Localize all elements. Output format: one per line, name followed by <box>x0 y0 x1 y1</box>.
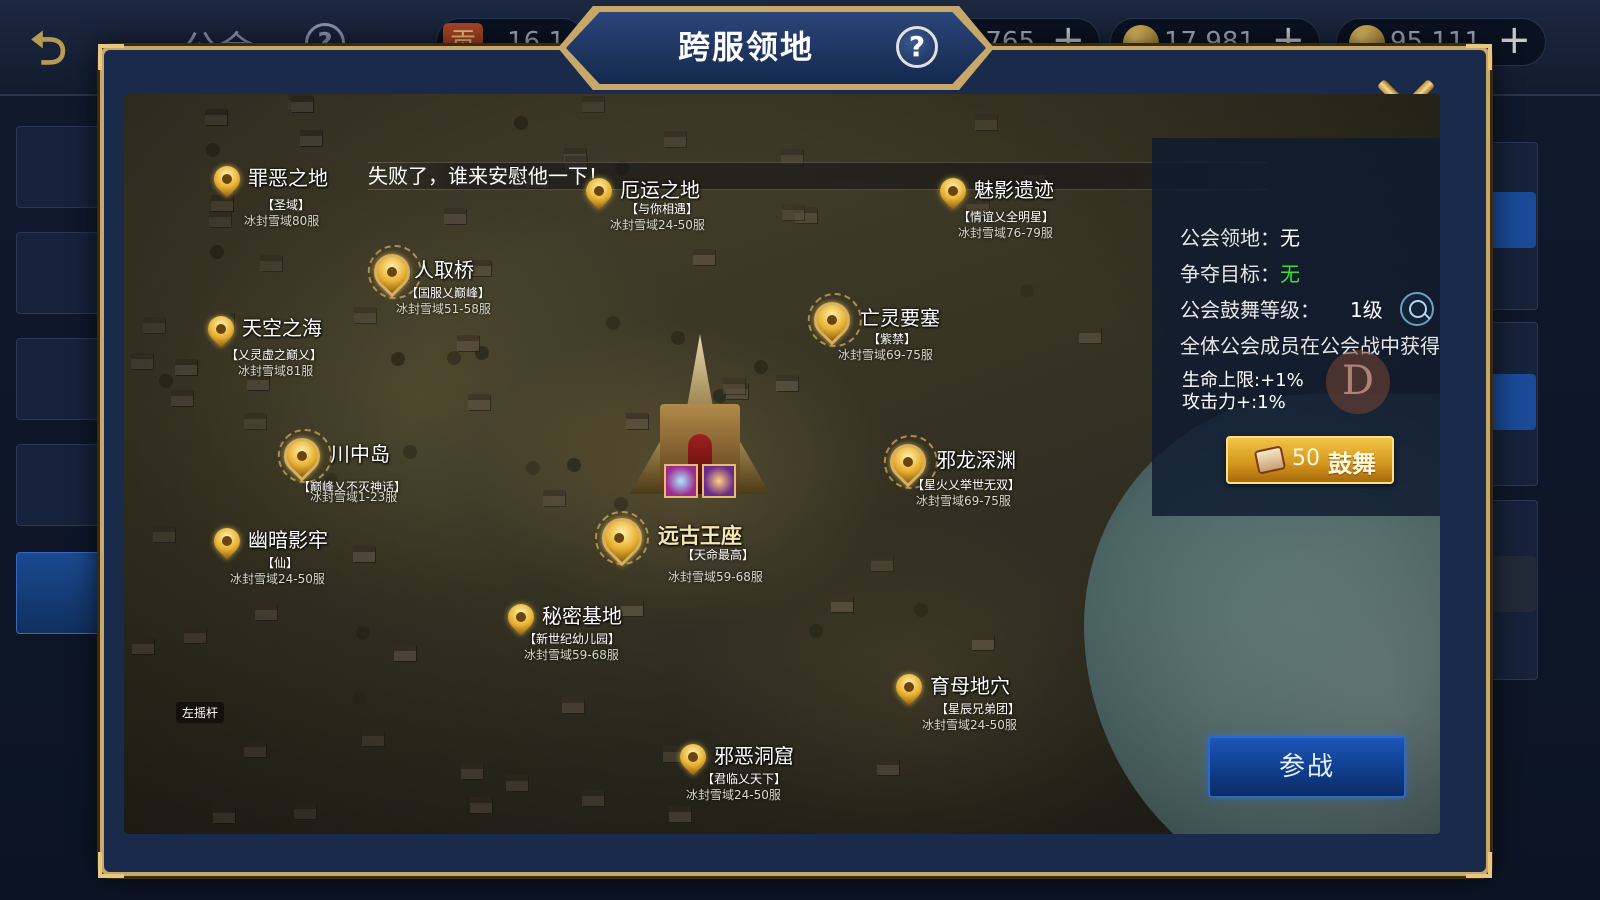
territory-guild: 【情谊乂全明星】 <box>958 210 1055 224</box>
magnifier-icon[interactable] <box>1400 292 1434 326</box>
territory-server: 冰封雪域76-79服 <box>958 226 1053 240</box>
territory-guild: 【圣域】 <box>262 198 311 212</box>
territory-name: 邪龙深渊 <box>936 448 1016 472</box>
help-icon[interactable]: ? <box>896 26 938 68</box>
territory-server: 冰封雪域51-58服 <box>396 302 491 316</box>
corner-ornament <box>98 852 124 878</box>
territory-name: 邪恶洞窟 <box>714 744 794 768</box>
territory-name: 育母地穴 <box>930 674 1010 698</box>
territory-name: 天空之海 <box>242 316 322 340</box>
territory-map: 失败了，谁来安慰他一下！ 罪恶之地 【圣域】 冰封雪域80服 厄运之地 【与你相… <box>124 94 1440 834</box>
drum-level-value: 1级 <box>1350 298 1383 322</box>
drum-label: 鼓舞 <box>1328 450 1376 478</box>
location-pin-icon <box>276 430 328 482</box>
territory-server: 冰封雪域59-68服 <box>524 648 619 662</box>
territory-name: 川中岛 <box>330 442 390 466</box>
side-tab-4[interactable] <box>16 444 106 526</box>
drum-level-row: 公会鼓舞等级： 1级 <box>1180 294 1383 323</box>
territory-name: 厄运之地 <box>620 178 700 202</box>
territory-name: 人取桥 <box>414 258 474 282</box>
territory-name: 幽暗影牢 <box>248 528 328 552</box>
territory-server: 冰封雪域59-68服 <box>668 570 763 584</box>
territory-guild: 【君临乂天下】 <box>702 772 787 786</box>
crystal-relic-icon <box>664 464 698 498</box>
territory-guild: 【天命最高】 <box>682 548 755 562</box>
territory-name: 罪恶之地 <box>248 166 328 190</box>
territory-value: 无 <box>1280 226 1300 250</box>
side-tab-1[interactable] <box>16 126 106 208</box>
corner-ornament <box>1466 44 1492 70</box>
corner-ornament <box>98 44 124 70</box>
heart-relic-icon <box>702 464 736 498</box>
target-value: 无 <box>1280 262 1300 286</box>
target-row: 争夺目标：无 <box>1180 258 1300 287</box>
territory-guild: 【仙】 <box>262 556 299 570</box>
side-tab-5[interactable] <box>16 552 106 634</box>
ancient-throne-castle-icon[interactable] <box>630 334 770 514</box>
territory-server: 冰封雪域69-75服 <box>916 494 1011 508</box>
territory-row: 公会领地：无 <box>1180 222 1300 251</box>
location-pin-icon <box>806 294 858 346</box>
members-note: 全体公会成员在公会战中获得 <box>1180 334 1440 358</box>
add-gold-button[interactable]: + <box>1497 17 1531 63</box>
territory-server: 冰封雪域1-23服 <box>310 490 398 504</box>
territory-name: 亡灵要塞 <box>860 306 940 330</box>
territory-server: 冰封雪域69-75服 <box>838 348 933 362</box>
territory-server: 冰封雪域81服 <box>238 364 314 378</box>
territory-name: 秘密基地 <box>542 604 622 628</box>
drum-button[interactable]: 50 鼓舞 <box>1226 436 1394 484</box>
territory-server: 冰封雪域80服 <box>244 214 320 228</box>
guild-info-panel: 公会领地：无 争夺目标：无 公会鼓舞等级： 1级 全体公会成员在公会战中获得 D … <box>1152 138 1440 516</box>
joystick-label: 左摇杆 <box>176 702 225 723</box>
scrolling-announcement: 失败了，谁来安慰他一下！ <box>368 162 1268 190</box>
territory-server: 冰封雪域24-50服 <box>922 718 1017 732</box>
join-battle-button[interactable]: 参战 <box>1208 736 1406 798</box>
buff-attack: 攻击力+:1% <box>1182 392 1286 413</box>
side-tab-2[interactable] <box>16 232 106 314</box>
territory-server: 冰封雪域24-50服 <box>686 788 781 802</box>
d-watermark-icon: D <box>1326 350 1390 414</box>
territory-server: 冰封雪域24-50服 <box>610 218 705 232</box>
territory-guild: 【国服乂巅峰】 <box>406 286 491 300</box>
dialog-title: 跨服领地 <box>677 28 814 66</box>
territory-name: 魅影遗迹 <box>974 178 1054 202</box>
territory-label: 公会领地： <box>1180 226 1280 250</box>
territory-guild: 【乂灵虚之巅乂】 <box>226 348 323 362</box>
cross-server-territory-dialog: 跨服领地 ? 失败了，谁来安慰他一下！ 罪恶之地 【圣域】 冰封雪域80服 厄运… <box>98 6 1492 878</box>
drum-cost: 50 <box>1292 446 1320 471</box>
territory-server: 冰封雪域24-50服 <box>230 572 325 586</box>
territory-guild: 【星火乂举世无双】 <box>912 478 1021 492</box>
corner-ornament <box>1466 852 1492 878</box>
side-tab-3[interactable] <box>16 338 106 420</box>
territory-guild: 【与你相遇】 <box>626 202 699 216</box>
territory-guild: 【紫禁】 <box>868 332 917 346</box>
title-plaque: 跨服领地 ? <box>566 12 986 84</box>
target-label: 争夺目标： <box>1180 262 1280 286</box>
scroll-icon <box>1253 445 1287 475</box>
territory-guild: 【新世纪幼儿园】 <box>524 632 621 646</box>
territory-guild: 【星辰兄弟团】 <box>936 702 1021 716</box>
drum-level-label: 公会鼓舞等级： <box>1180 298 1320 322</box>
